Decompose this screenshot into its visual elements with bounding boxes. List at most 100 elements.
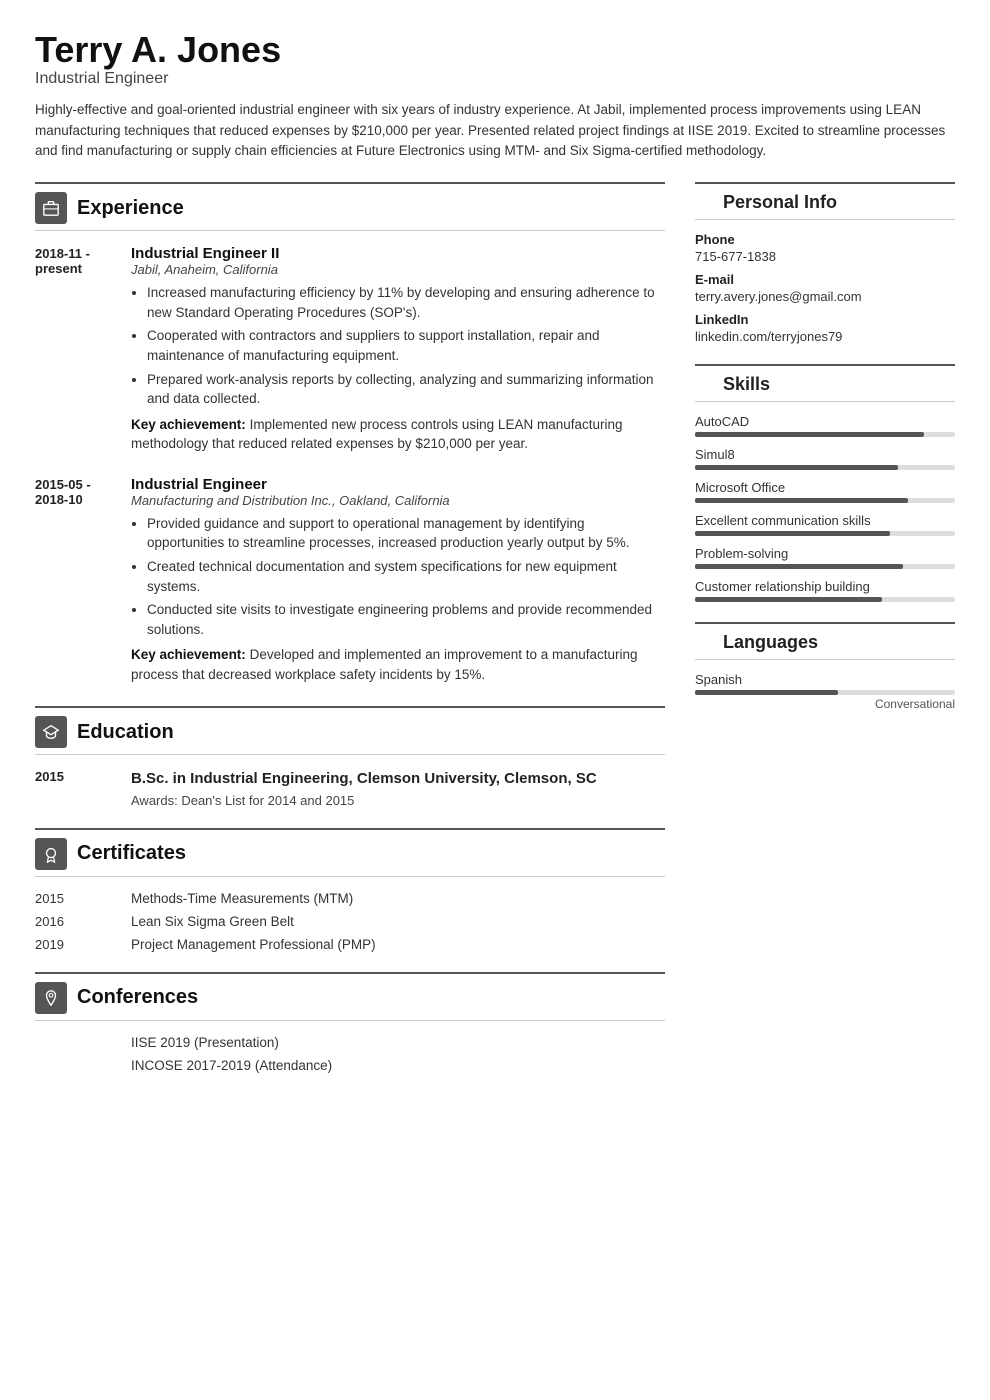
skill-item-2: Microsoft Office [695,480,955,503]
exp-dates-0: 2018-11 -present [35,245,115,454]
skill-bar-bg-2 [695,498,955,503]
resume-header: Terry A. Jones Industrial Engineer Highl… [35,30,955,162]
exp-content-1: Industrial Engineer Manufacturing and Di… [131,476,665,685]
exp-company-0: Jabil, Anaheim, California [131,262,665,277]
skills-section: Skills AutoCAD Simul8 Microsoft Office E… [695,364,955,602]
skill-bar-fill-5 [695,597,882,602]
exp-key-1: Key achievement: Developed and implement… [131,645,665,684]
bullet-item: Prepared work-analysis reports by collec… [147,370,665,409]
cert-name-2: Project Management Professional (PMP) [131,937,376,952]
skill-name-3: Excellent communication skills [695,513,955,528]
cert-entry-1: 2016 Lean Six Sigma Green Belt [35,914,665,929]
phone-value: 715-677-1838 [695,249,955,264]
experience-entry-0: 2018-11 -present Industrial Engineer II … [35,245,665,454]
skills-title: Skills [723,374,770,395]
left-column: Experience 2018-11 -present Industrial E… [35,182,665,1092]
bullet-item: Cooperated with contractors and supplier… [147,326,665,365]
skill-name-0: AutoCAD [695,414,955,429]
conferences-header: Conferences [35,972,665,1021]
skill-item-3: Excellent communication skills [695,513,955,536]
experience-entry-1: 2015-05 -2018-10 Industrial Engineer Man… [35,476,665,685]
cert-year-0: 2015 [35,891,115,906]
cert-name-0: Methods-Time Measurements (MTM) [131,891,353,906]
conf-spacer-1 [35,1058,115,1073]
skill-bar-fill-4 [695,564,903,569]
education-header: Education [35,706,665,755]
languages-list: Spanish Conversational [695,672,955,711]
cert-year-2: 2019 [35,937,115,952]
cert-entry-0: 2015 Methods-Time Measurements (MTM) [35,891,665,906]
skill-name-2: Microsoft Office [695,480,955,495]
email-label: E-mail [695,272,955,287]
exp-job-title-0: Industrial Engineer II [131,245,665,262]
lang-bar-bg-0 [695,690,955,695]
personal-info-icon [695,192,713,213]
cert-year-1: 2016 [35,914,115,929]
skills-icon [695,374,713,395]
exp-bullets-1: Provided guidance and support to operati… [131,514,665,639]
personal-info-title: Personal Info [723,192,837,213]
languages-icon [695,632,713,653]
skill-bar-fill-1 [695,465,898,470]
personal-info-content: Phone 715-677-1838 E-mail terry.avery.jo… [695,232,955,344]
exp-content-0: Industrial Engineer II Jabil, Anaheim, C… [131,245,665,454]
experience-icon [35,192,67,224]
edu-content-0: B.Sc. in Industrial Engineering, Clemson… [131,769,665,807]
experience-section: Experience 2018-11 -present Industrial E… [35,182,665,684]
skill-bar-bg-5 [695,597,955,602]
skill-bar-bg-3 [695,531,955,536]
conferences-icon [35,982,67,1014]
skill-name-1: Simul8 [695,447,955,462]
skill-name-5: Customer relationship building [695,579,955,594]
right-column: Personal Info Phone 715-677-1838 E-mail … [695,182,955,1092]
skills-header: Skills [695,364,955,402]
skills-list: AutoCAD Simul8 Microsoft Office Excellen… [695,414,955,602]
certificates-icon [35,838,67,870]
lang-bar-fill-0 [695,690,838,695]
skill-item-0: AutoCAD [695,414,955,437]
education-list: 2015 B.Sc. in Industrial Engineering, Cl… [35,769,665,807]
certificates-header: Certificates [35,828,665,877]
skill-bar-fill-2 [695,498,908,503]
skill-item-4: Problem-solving [695,546,955,569]
edu-degree-0: B.Sc. in Industrial Engineering, Clemson… [131,769,665,789]
lang-level-0: Conversational [695,697,955,711]
candidate-summary: Highly-effective and goal-oriented indus… [35,100,955,163]
conferences-list: IISE 2019 (Presentation) INCOSE 2017-201… [35,1035,665,1073]
languages-header: Languages [695,622,955,660]
conf-spacer-0 [35,1035,115,1050]
certificates-title: Certificates [77,842,186,865]
skill-item-5: Customer relationship building [695,579,955,602]
certificates-list: 2015 Methods-Time Measurements (MTM) 201… [35,891,665,952]
conf-name-0: IISE 2019 (Presentation) [131,1035,279,1050]
cert-entry-2: 2019 Project Management Professional (PM… [35,937,665,952]
bullet-item: Provided guidance and support to operati… [147,514,665,553]
certificates-section: Certificates 2015 Methods-Time Measureme… [35,828,665,952]
exp-key-0: Key achievement: Implemented new process… [131,415,665,454]
education-icon [35,716,67,748]
personal-info-section: Personal Info Phone 715-677-1838 E-mail … [695,182,955,344]
experience-list: 2018-11 -present Industrial Engineer II … [35,245,665,684]
cert-name-1: Lean Six Sigma Green Belt [131,914,294,929]
conf-name-1: INCOSE 2017-2019 (Attendance) [131,1058,332,1073]
linkedin-value: linkedin.com/terryjones79 [695,329,955,344]
conf-entry-0: IISE 2019 (Presentation) [35,1035,665,1050]
education-section: Education 2015 B.Sc. in Industrial Engin… [35,706,665,807]
skill-name-4: Problem-solving [695,546,955,561]
languages-title: Languages [723,632,818,653]
bullet-item: Created technical documentation and syst… [147,557,665,596]
education-title: Education [77,721,174,744]
skill-item-1: Simul8 [695,447,955,470]
experience-title: Experience [77,197,184,220]
lang-name-0: Spanish [695,672,955,687]
candidate-name: Terry A. Jones [35,30,955,70]
edu-awards-0: Awards: Dean's List for 2014 and 2015 [131,793,665,808]
phone-label: Phone [695,232,955,247]
conf-entry-1: INCOSE 2017-2019 (Attendance) [35,1058,665,1073]
skill-bar-bg-0 [695,432,955,437]
experience-header: Experience [35,182,665,231]
edu-year-0: 2015 [35,769,115,807]
conferences-title: Conferences [77,986,198,1009]
skill-bar-bg-1 [695,465,955,470]
skill-bar-bg-4 [695,564,955,569]
